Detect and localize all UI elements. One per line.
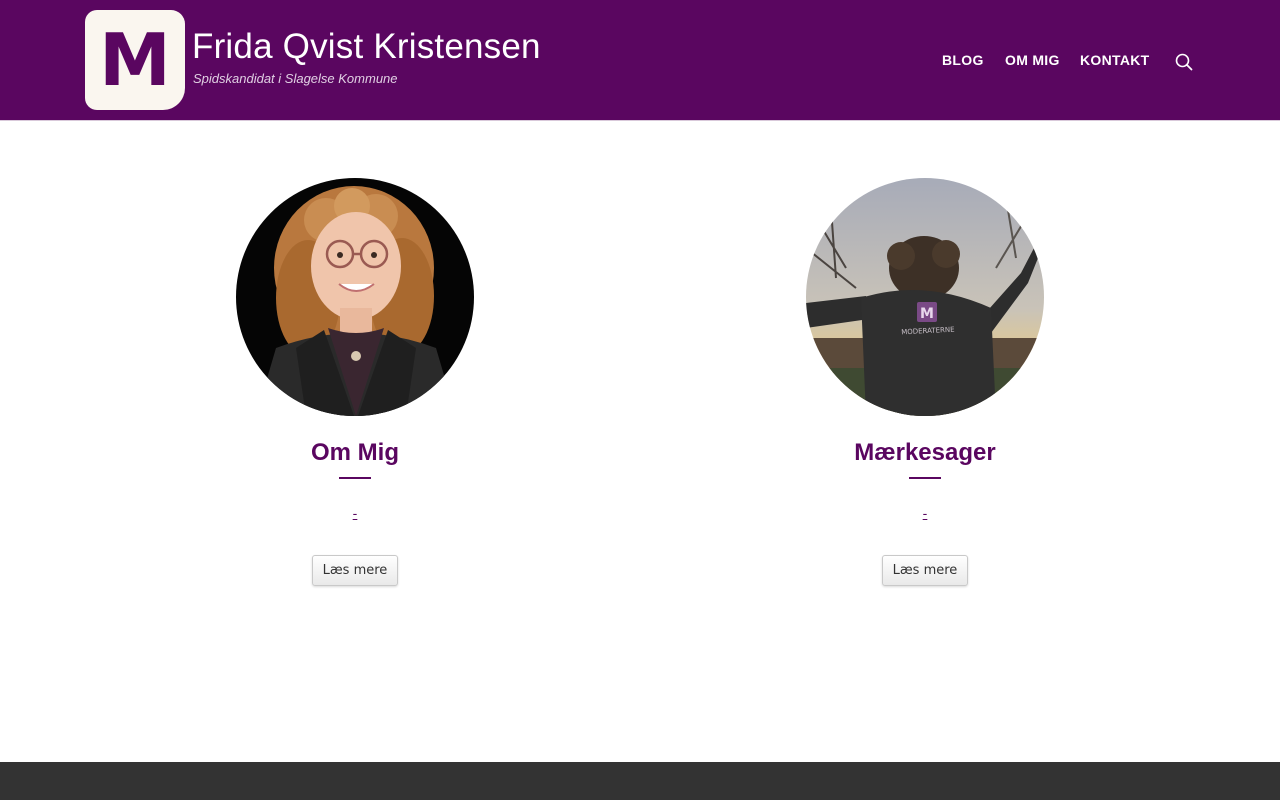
card-maerkesager: M MODERATERNE Mærkesager - Læs mere <box>805 178 1045 586</box>
portrait-illustration <box>236 178 474 416</box>
search-button[interactable] <box>1174 52 1194 72</box>
title-divider <box>909 477 941 479</box>
nav-item-kontakt[interactable]: KONTAKT <box>1080 52 1150 68</box>
site-title[interactable]: Frida Qvist Kristensen <box>192 27 541 67</box>
logo-letter: M <box>99 18 171 102</box>
site-tagline: Spidskandidat i Slagelse Kommune <box>193 71 398 86</box>
read-more-button[interactable]: Læs mere <box>882 555 968 586</box>
jacket-logo-letter: M <box>920 306 934 322</box>
card-excerpt[interactable]: - <box>805 505 1045 521</box>
card-om-mig: Om Mig - Læs mere <box>235 178 475 586</box>
site-logo[interactable]: M <box>85 10 185 110</box>
card-excerpt[interactable]: - <box>235 505 475 521</box>
jacket-back-photo[interactable]: M MODERATERNE <box>806 178 1044 416</box>
jacket-back-illustration: M MODERATERNE <box>806 178 1044 416</box>
search-icon <box>1175 53 1193 71</box>
read-more-button[interactable]: Læs mere <box>312 555 398 586</box>
card-title[interactable]: Mærkesager <box>805 438 1045 468</box>
nav-item-blog[interactable]: BLOG <box>942 52 984 68</box>
site-header: M Frida Qvist Kristensen Spidskandidat i… <box>0 0 1280 121</box>
card-title[interactable]: Om Mig <box>235 438 475 468</box>
site-footer <box>0 762 1280 800</box>
title-divider <box>339 477 371 479</box>
nav-item-om-mig[interactable]: OM MIG <box>1005 52 1060 68</box>
portrait-photo[interactable] <box>236 178 474 416</box>
